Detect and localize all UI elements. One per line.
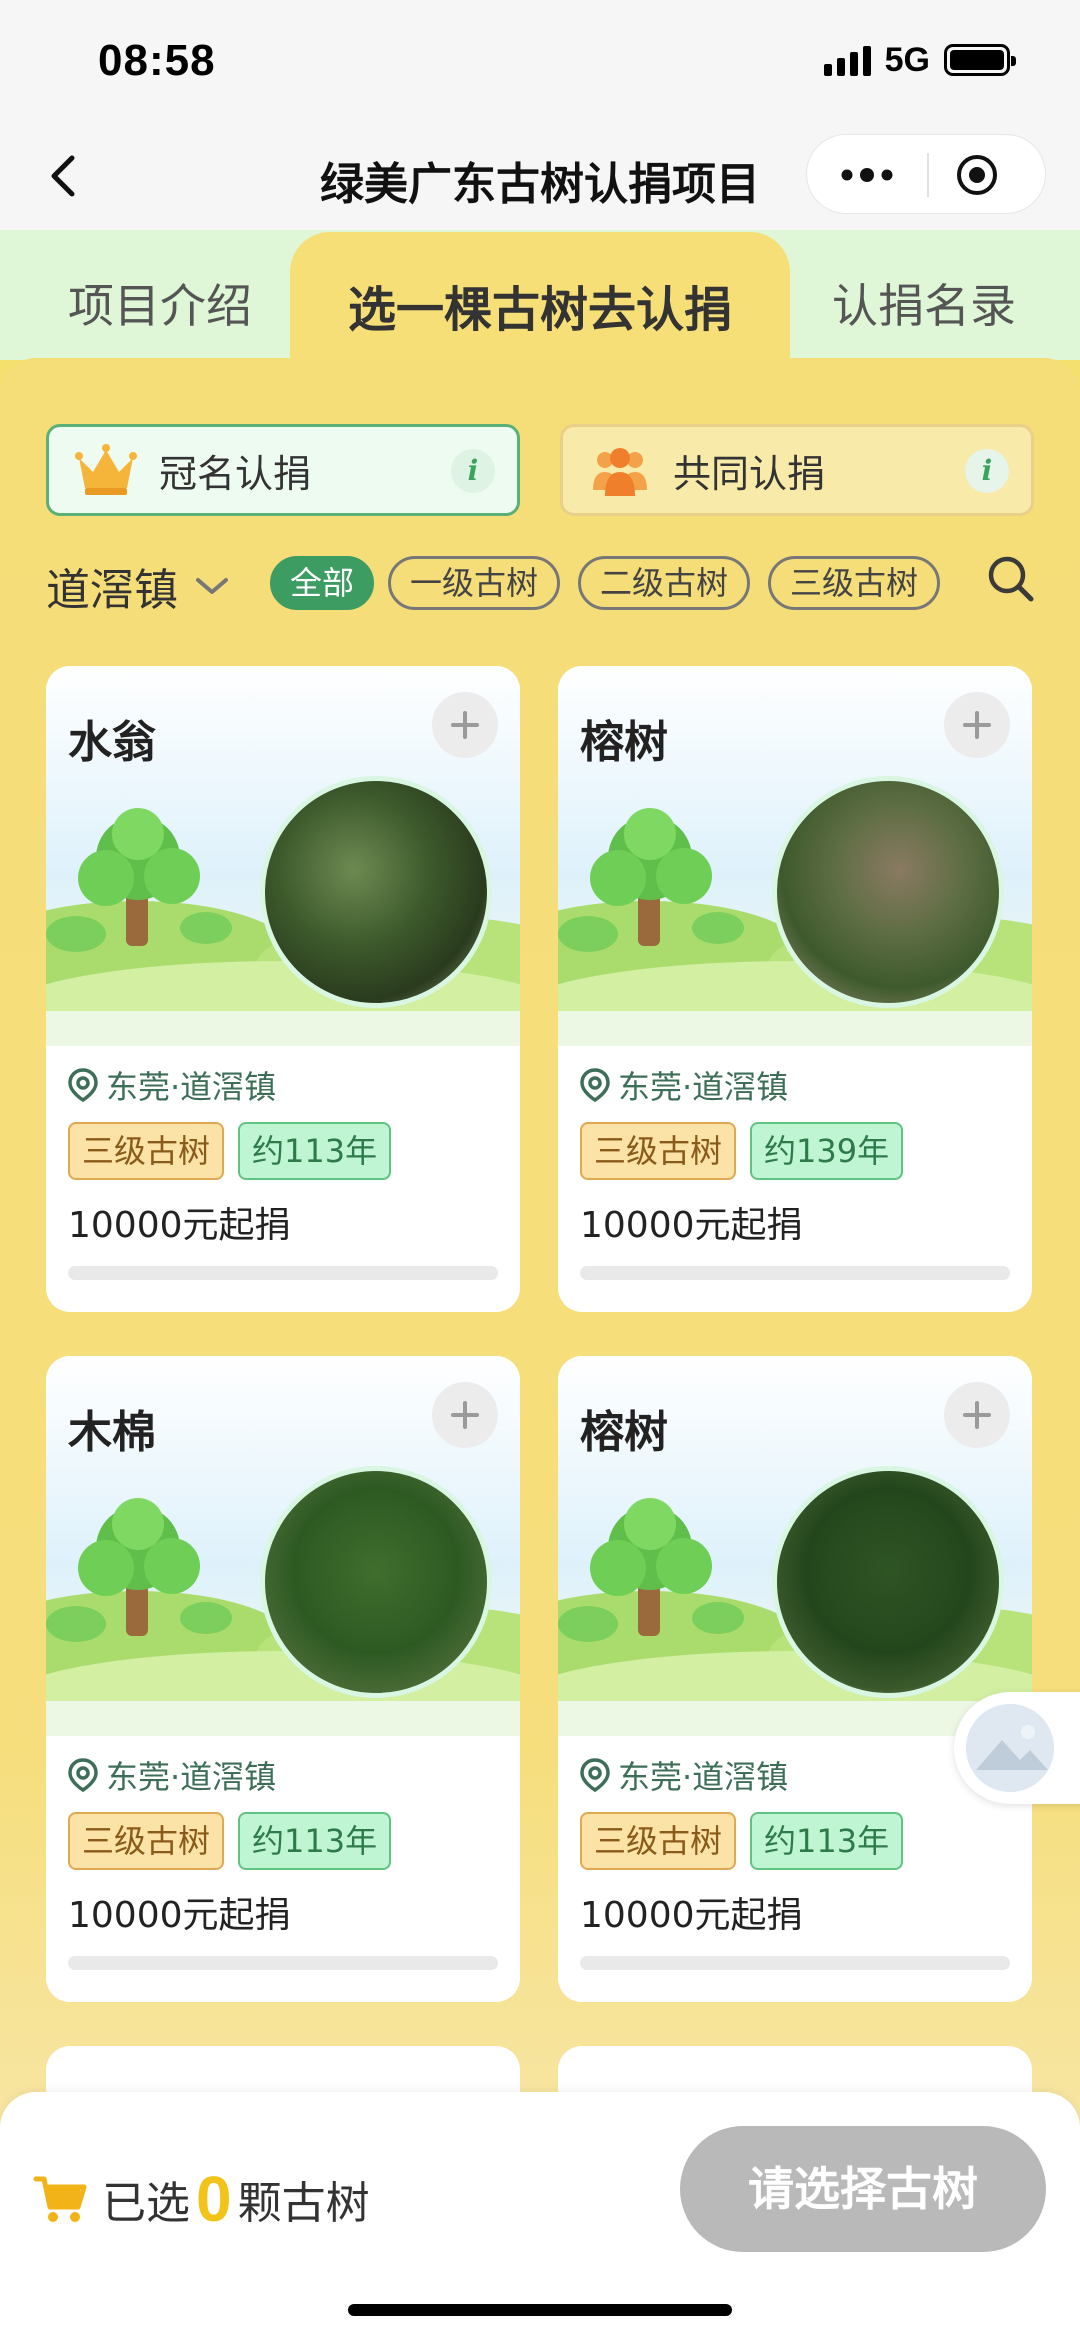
mini-program-capsule — [806, 134, 1046, 214]
donation-progress-bar — [580, 1266, 1010, 1280]
tree-location-text: 东莞·道滘镇 — [618, 1758, 789, 1796]
cart-icon — [33, 2176, 87, 2222]
plus-icon — [963, 1401, 991, 1429]
battery-icon — [944, 44, 1016, 76]
tree-level-badge: 三级古树 — [580, 1122, 737, 1180]
info-icon[interactable]: i — [965, 449, 1009, 493]
filter-chip-level-2[interactable]: 二级古树 — [578, 556, 750, 610]
selected-count: 0 — [196, 2163, 232, 2235]
tab-donor-list[interactable]: 认捐名录 — [832, 270, 1016, 336]
tree-photo — [260, 1466, 492, 1698]
mountain-image-icon — [966, 1704, 1054, 1792]
tree-name: 水翁 — [68, 717, 156, 768]
crown-icon — [75, 444, 137, 495]
selection-summary: 已选 0 颗古树 — [32, 2162, 370, 2236]
tab-project-intro[interactable]: 项目介绍 — [68, 270, 252, 336]
tab-bar: 项目介绍 选一棵古树去认捐 认捐名录 — [0, 230, 1080, 372]
tree-badges: 三级古树 约139年 — [580, 1122, 904, 1180]
tab-select-tree-label: 选一棵古树去认捐 — [347, 282, 732, 338]
tree-name: 榕树 — [580, 717, 668, 768]
tree-age-badge: 约113年 — [238, 1812, 392, 1870]
tree-level-badge: 三级古树 — [580, 1812, 737, 1870]
tree-price: 10000元起捐 — [68, 1205, 291, 1246]
status-time: 08:58 — [98, 36, 216, 85]
tree-card[interactable]: 木棉 东莞·道滘镇 三级古树 约113年 10000元起捐 — [46, 1356, 520, 2002]
search-icon[interactable] — [986, 554, 1036, 604]
tree-card[interactable]: 水翁 东莞·道滘镇 三级古树 约113年 10000元起捐 — [46, 666, 520, 1312]
tree-name: 木棉 — [68, 1407, 156, 1458]
location-pin-icon — [68, 1758, 98, 1792]
donation-progress-bar — [68, 1266, 498, 1280]
tree-card[interactable]: 榕树 东莞·道滘镇 三级古树 约113年 10000元起捐 — [558, 1356, 1032, 2002]
capsule-divider — [927, 153, 929, 197]
status-bar: 08:58 5G — [0, 0, 1080, 120]
joint-donation-button[interactable]: 共同认捐 i — [560, 424, 1034, 516]
filter-chip-level-3[interactable]: 三级古树 — [768, 556, 940, 610]
add-tree-button[interactable] — [432, 692, 498, 758]
network-type: 5G — [884, 40, 930, 79]
location-pin-icon — [580, 1068, 610, 1102]
add-tree-button[interactable] — [432, 1382, 498, 1448]
tree-location: 东莞·道滘镇 — [580, 1062, 788, 1108]
tree-age-badge: 约113年 — [750, 1812, 904, 1870]
info-icon[interactable]: i — [451, 449, 495, 493]
bottom-action-bar: 已选 0 颗古树 请选择古树 — [0, 2092, 1080, 2336]
tree-name: 榕树 — [580, 1407, 668, 1458]
town-dropdown[interactable]: 道滘镇 — [46, 554, 230, 618]
donation-progress-bar — [68, 1956, 498, 1970]
tree-card[interactable]: 榕树 东莞·道滘镇 三级古树 约139年 10000元起捐 — [558, 666, 1032, 1312]
chevron-down-icon — [196, 578, 228, 594]
home-indicator — [348, 2304, 732, 2316]
location-pin-icon — [68, 1068, 98, 1102]
tree-photo — [772, 1466, 1004, 1698]
donation-progress-bar — [580, 1956, 1010, 1970]
tree-location: 东莞·道滘镇 — [68, 1062, 276, 1108]
tree-age-badge: 约139年 — [750, 1122, 904, 1180]
filter-chip-level-1[interactable]: 一级古树 — [388, 556, 560, 610]
plus-icon — [451, 1401, 479, 1429]
tree-photo — [260, 776, 492, 1008]
status-indicators: 5G — [823, 40, 1016, 80]
tab-select-tree[interactable]: 选一棵古树去认捐 — [290, 232, 790, 372]
tree-badges: 三级古树 约113年 — [580, 1812, 904, 1870]
tree-price: 10000元起捐 — [580, 1205, 803, 1246]
tree-photo — [772, 776, 1004, 1008]
tree-location: 东莞·道滘镇 — [68, 1752, 276, 1798]
location-pin-icon — [580, 1758, 610, 1792]
tree-age-badge: 约113年 — [238, 1122, 392, 1180]
people-group-icon — [593, 448, 647, 496]
tree-price: 10000元起捐 — [68, 1895, 291, 1936]
tree-location-text: 东莞·道滘镇 — [106, 1758, 277, 1796]
plus-icon — [451, 711, 479, 739]
plus-icon — [963, 711, 991, 739]
tree-selection-panel: 冠名认捐 i 共同认捐 i 道滘镇 全部 一级古树 二级古树 三级古树 — [0, 358, 1080, 2336]
tree-level-badge: 三级古树 — [68, 1122, 225, 1180]
tree-location-text: 东莞·道滘镇 — [106, 1068, 277, 1106]
add-tree-button[interactable] — [944, 692, 1010, 758]
tree-badges: 三级古树 约113年 — [68, 1122, 392, 1180]
tree-location-text: 东莞·道滘镇 — [618, 1068, 789, 1106]
named-donation-label: 冠名认捐 — [159, 451, 312, 496]
filter-chip-all[interactable]: 全部 — [270, 556, 374, 610]
nav-bar: 绿美广东古树认捐项目 — [0, 120, 1080, 230]
add-tree-button[interactable] — [944, 1382, 1010, 1448]
selected-prefix: 已选 — [102, 2178, 190, 2229]
selected-suffix: 颗古树 — [237, 2178, 370, 2229]
tree-price: 10000元起捐 — [580, 1895, 803, 1936]
ellipsis-icon[interactable] — [835, 153, 899, 197]
tree-level-badge: 三级古树 — [68, 1812, 225, 1870]
select-tree-button[interactable]: 请选择古树 — [680, 2126, 1046, 2252]
named-donation-button[interactable]: 冠名认捐 i — [46, 424, 520, 516]
tree-badges: 三级古树 约113年 — [68, 1812, 392, 1870]
town-dropdown-value: 道滘镇 — [46, 565, 178, 616]
target-circle-icon[interactable] — [955, 153, 999, 197]
tree-location: 东莞·道滘镇 — [580, 1752, 788, 1798]
joint-donation-label: 共同认捐 — [673, 451, 826, 496]
floating-widget[interactable] — [954, 1692, 1080, 1804]
signal-icon — [823, 44, 871, 76]
